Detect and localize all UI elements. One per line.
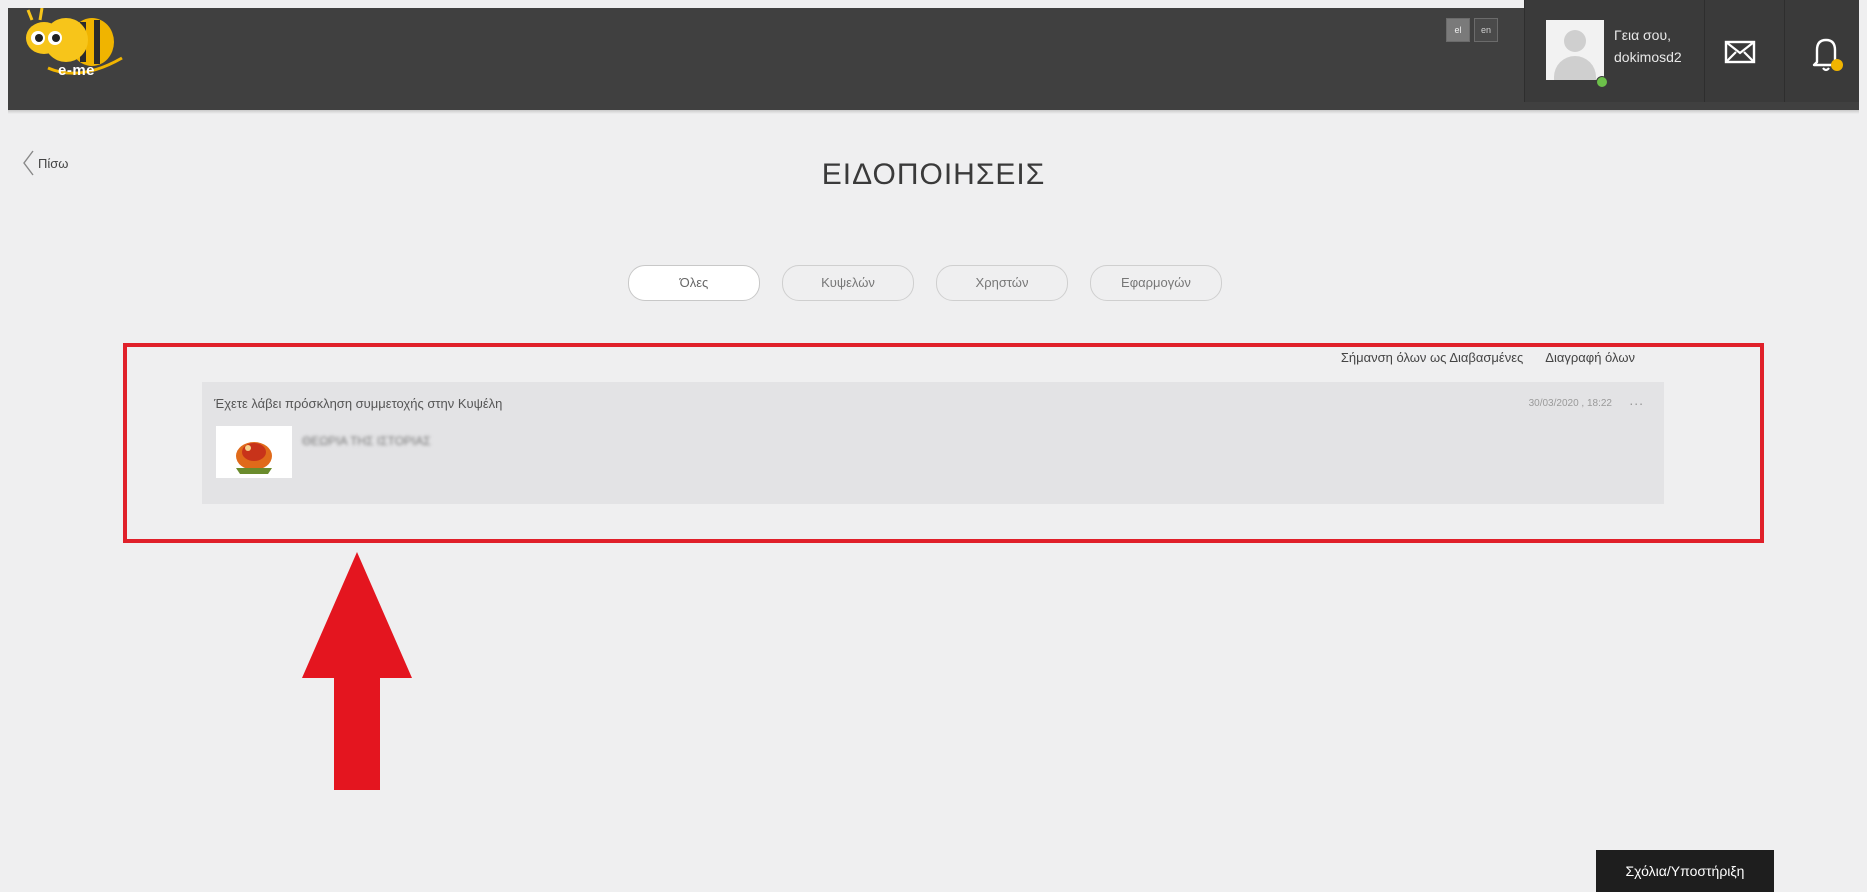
avatar[interactable]: [1546, 20, 1604, 80]
language-en-button[interactable]: en: [1474, 18, 1498, 42]
online-status-dot: [1596, 76, 1608, 88]
greeting-text: Γεια σου,: [1614, 27, 1672, 43]
top-bar-shadow: [8, 110, 1859, 114]
highlight-box: [123, 343, 1764, 543]
bell-icon[interactable]: [1808, 34, 1844, 74]
avatar-body: [1554, 56, 1596, 80]
feedback-support-button[interactable]: Σχόλια/Υποστήριξη: [1596, 850, 1774, 892]
user-greeting[interactable]: Γεια σου, dokimosd2: [1614, 24, 1682, 68]
page-title: ΕΙΔΟΠΟΙΗΣΕΙΣ: [821, 158, 1046, 191]
divider: [1524, 0, 1525, 102]
tab-apps[interactable]: Εφαρμογών: [1090, 265, 1222, 301]
tab-users[interactable]: Χρηστών: [936, 265, 1068, 301]
logo-text: e-me: [58, 62, 96, 79]
divider: [1784, 0, 1785, 102]
language-el-button[interactable]: el: [1446, 18, 1470, 42]
tab-hives[interactable]: Κυψελών: [782, 265, 914, 301]
tab-all[interactable]: Όλες: [628, 265, 760, 301]
red-arrow-annotation: [302, 552, 412, 790]
notification-filter-tabs: Όλες Κυψελών Χρηστών Εφαρμογών: [628, 265, 1222, 301]
avatar-head: [1564, 30, 1586, 52]
mail-icon[interactable]: [1724, 40, 1756, 64]
divider: [1704, 0, 1705, 102]
username: dokimosd2: [1614, 49, 1682, 65]
